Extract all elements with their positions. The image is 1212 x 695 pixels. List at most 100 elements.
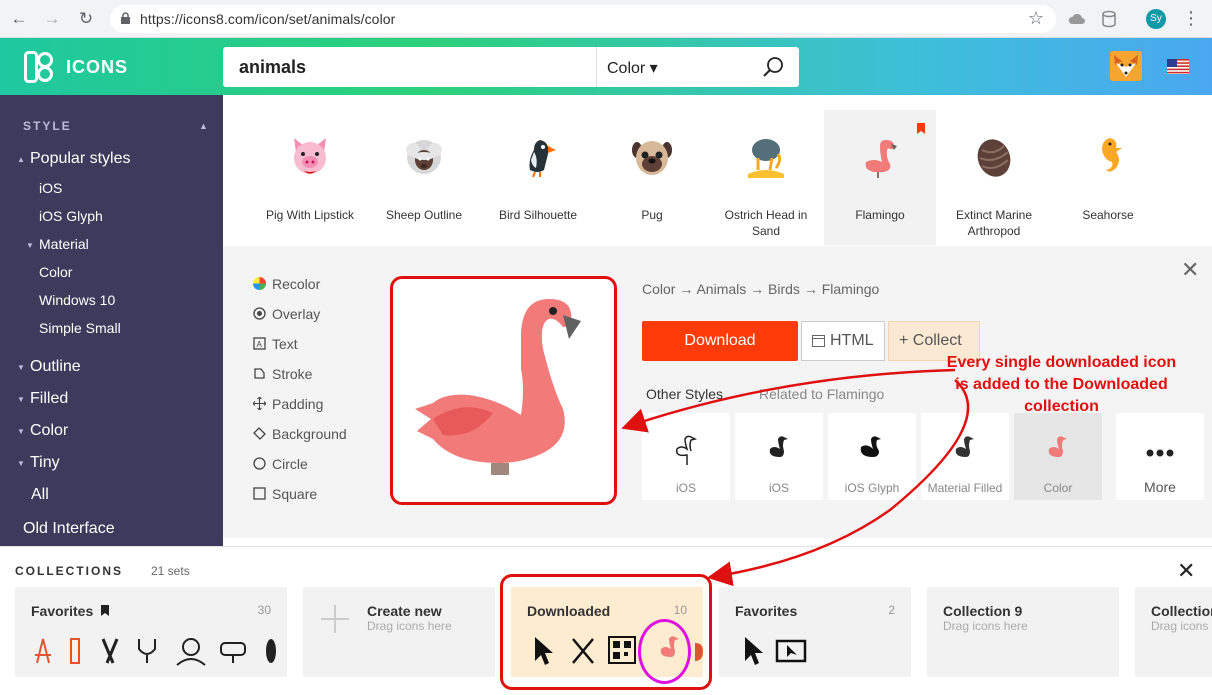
sidebar-item-popular-styles[interactable]: Popular styles	[30, 150, 131, 168]
collection-card[interactable]: Collection 9 Drag icons here	[927, 587, 1119, 677]
expand-caret-icon: ▼	[17, 363, 25, 372]
icon-result[interactable]: Extinct Marine Arthropod	[938, 110, 1050, 245]
background-icon	[253, 427, 266, 440]
sidebar-item-color[interactable]: Color	[39, 264, 72, 280]
sidebar-item-old-interface[interactable]: Old Interface	[23, 520, 115, 538]
icon-result[interactable]: Ostrich Head in Sand	[710, 110, 822, 245]
stroke-icon	[254, 368, 265, 379]
more-dots-icon	[1146, 449, 1174, 457]
sidebar-item-tiny[interactable]: Tiny	[30, 454, 60, 472]
collection-card[interactable]: Collection Drag icons here	[1135, 587, 1212, 677]
collections-count: 21 sets	[151, 564, 190, 578]
site-header: ICONS animals Color ▾	[0, 38, 1212, 95]
style-variant-card[interactable]: Material Filled	[921, 413, 1009, 500]
seahorse-icon	[1102, 138, 1122, 172]
collapse-caret-icon[interactable]: ▲	[199, 121, 208, 131]
bookmark-star-icon[interactable]: ☆	[1028, 8, 1044, 29]
us-flag-icon[interactable]	[1167, 59, 1189, 74]
more-styles-card[interactable]: More	[1116, 413, 1204, 500]
code-window-icon	[812, 335, 825, 347]
style-variant-card[interactable]: iOS Glyph	[828, 413, 916, 500]
html-button[interactable]: HTML	[801, 321, 885, 361]
style-label: iOS	[675, 481, 696, 495]
icon-result[interactable]: Sheep Outline	[368, 110, 480, 245]
style-label: More	[1144, 479, 1176, 495]
sidebar-item-ios-glyph[interactable]: iOS Glyph	[39, 208, 103, 224]
sidebar-item-color-group[interactable]: Color	[30, 422, 68, 440]
sidebar-item-material[interactable]: Material	[39, 236, 89, 252]
url-text: https://icons8.com/icon/set/animals/colo…	[140, 11, 396, 27]
style-dropdown[interactable]: Color ▾	[607, 58, 658, 78]
collection-hint: Drag icons here	[367, 619, 452, 633]
reload-icon[interactable]: ↻	[76, 9, 96, 29]
collection-card[interactable]: Favorites 30	[15, 587, 287, 677]
close-collections-icon[interactable]: ✕	[1177, 558, 1195, 584]
flamingo-glyph-icon	[860, 436, 881, 465]
tab-related[interactable]: Related to Flamingo	[759, 386, 884, 402]
laptop-cursor-icon	[775, 639, 807, 663]
style-variant-card[interactable]: iOS	[735, 413, 823, 500]
icon-label: Flamingo	[855, 208, 905, 222]
nurse-icon	[176, 638, 206, 666]
close-icon[interactable]: ✕	[1181, 257, 1199, 283]
cursor-icon	[745, 637, 763, 665]
search-divider	[596, 47, 597, 87]
sidebar-item-windows-10[interactable]: Windows 10	[39, 292, 115, 308]
icons8-logo-icon[interactable]	[24, 51, 54, 83]
style-sidebar: STYLE ▲ ▲ Popular styles iOS iOS Glyph ▼…	[0, 95, 223, 546]
address-bar[interactable]: https://icons8.com/icon/set/animals/colo…	[110, 5, 1056, 33]
icon-result[interactable]: Pug	[596, 110, 708, 245]
option-background[interactable]: Background	[272, 426, 347, 442]
forward-icon[interactable]: →	[42, 9, 62, 29]
search-input[interactable]: animals	[239, 57, 306, 78]
option-stroke[interactable]: Stroke	[272, 366, 312, 382]
option-overlay[interactable]: Overlay	[272, 306, 320, 322]
icon-label: Bird Silhouette	[498, 208, 578, 222]
icon-result[interactable]: Bird Silhouette	[482, 110, 594, 245]
collection-card[interactable]: Favorites 2	[719, 587, 911, 677]
style-label: iOS	[768, 481, 789, 495]
icon-result[interactable]: Pig With Lipstick	[254, 110, 366, 245]
icon-label: Pig With Lipstick	[265, 208, 355, 222]
sidebar-section-title: STYLE	[23, 119, 72, 133]
pig-icon	[294, 138, 326, 174]
logo-text[interactable]: ICONS	[66, 57, 128, 78]
sidebar-item-ios[interactable]: iOS	[39, 180, 62, 196]
collection-thumbnails	[745, 637, 807, 665]
download-button[interactable]: Download	[642, 321, 798, 361]
style-variant-card-selected[interactable]: Color	[1014, 413, 1102, 500]
collection-hint: Drag icons here	[1151, 619, 1212, 633]
cloud-icon[interactable]	[1068, 10, 1086, 28]
collection-count: 30	[257, 603, 271, 617]
expand-caret-icon: ▼	[17, 459, 25, 468]
breadcrumb[interactable]: Color → Animals → Birds → Flamingo	[642, 281, 879, 297]
annotation-text: Every single downloaded icon is added to…	[946, 354, 1177, 415]
database-icon[interactable]	[1100, 10, 1118, 28]
expand-caret-icon: ▼	[17, 427, 25, 436]
sidebar-item-simple-small[interactable]: Simple Small	[39, 320, 121, 336]
create-collection-card[interactable]: Create new Drag icons here	[303, 587, 495, 677]
back-icon[interactable]: ←	[9, 9, 29, 29]
lock-icon	[121, 12, 130, 24]
sidebar-item-filled[interactable]: Filled	[30, 390, 68, 408]
profile-avatar[interactable]: Sy	[1146, 9, 1166, 29]
menu-kebab-icon[interactable]: ⋮	[1182, 8, 1200, 29]
collect-label: + Collect	[899, 332, 962, 349]
option-text[interactable]: Text	[272, 336, 298, 352]
option-circle[interactable]: Circle	[272, 456, 308, 472]
flamingo-large-icon	[415, 299, 581, 475]
bookmark-icon	[101, 605, 109, 616]
sidebar-item-all[interactable]: All	[31, 486, 49, 504]
option-recolor[interactable]: Recolor	[272, 276, 320, 292]
style-variant-card[interactable]: iOS	[642, 413, 730, 500]
option-padding[interactable]: Padding	[272, 396, 323, 412]
bookmark-flag-icon[interactable]	[917, 123, 925, 134]
collection-name: Collection	[1151, 603, 1212, 619]
sidebar-item-outline[interactable]: Outline	[30, 358, 81, 376]
search-icon[interactable]	[763, 56, 785, 78]
tab-other-styles[interactable]: Other Styles	[646, 386, 723, 402]
fox-avatar-icon[interactable]	[1110, 51, 1142, 81]
diving-mask-icon	[220, 642, 246, 663]
icon-result[interactable]: Seahorse	[1052, 110, 1164, 245]
icon-label: Sheep Outline	[385, 208, 463, 222]
